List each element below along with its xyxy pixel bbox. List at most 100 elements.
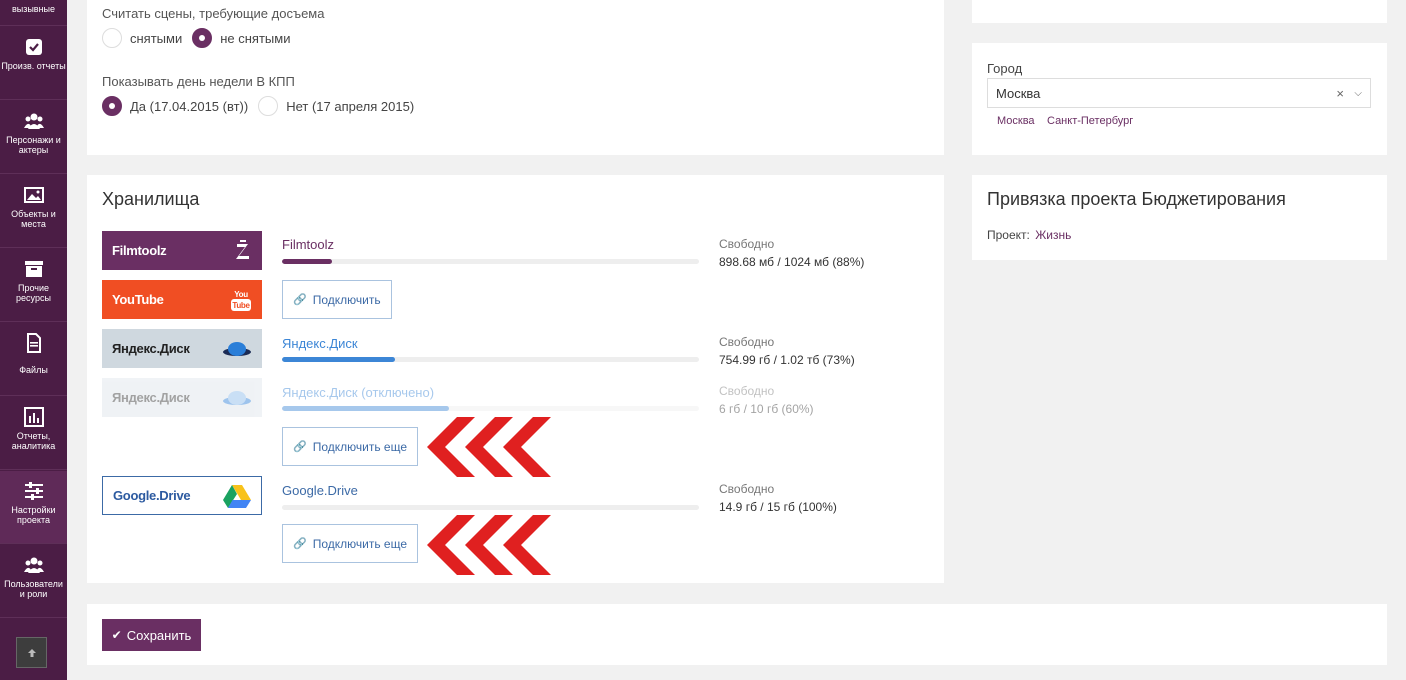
radio-shot[interactable] xyxy=(102,28,122,48)
display-settings-card: Считать сцены, требующие досъема снятыми… xyxy=(87,0,944,155)
youtube-icon: You Tube xyxy=(231,290,251,311)
sliders-icon xyxy=(24,482,43,500)
radio-weekday-yes[interactable] xyxy=(102,96,122,116)
filmtoolz-usage-bar xyxy=(282,259,699,264)
bar-chart-icon xyxy=(23,407,44,427)
link-icon: 🔗 xyxy=(293,441,307,453)
top-right-card xyxy=(972,0,1387,23)
radio-weekday-no[interactable] xyxy=(258,96,279,116)
budget-title: Привязка проекта Бюджетирования xyxy=(987,189,1286,209)
radio-not-shot-label: не снятыми xyxy=(220,30,291,46)
filmtoolz-name: Filmtoolz xyxy=(282,237,335,252)
filmtoolz-logo-text: Filmtoolz xyxy=(112,243,167,258)
sidebar-item-label: Файлы xyxy=(19,365,48,375)
sidebar-item-label: Пользователи и роли xyxy=(4,579,63,599)
google-drive-name: Google.Drive xyxy=(282,483,358,498)
sidebar-item-reports[interactable]: Произв. отчеты xyxy=(0,27,67,100)
city-suggestion-spb[interactable]: Санкт-Петербург xyxy=(1047,115,1133,127)
yandex-disk-disabled-free-value: 6 гб / 10 гб (60%) xyxy=(719,402,814,416)
yandex-logo-text: Яндекс.Диск xyxy=(112,341,190,356)
yandex-disk-icon xyxy=(223,390,251,405)
google-drive-free-label: Свободно xyxy=(719,482,775,496)
budget-project-label: Проект: xyxy=(987,228,1030,242)
save-card xyxy=(87,604,1387,665)
connect-more-yandex-label: Подключить еще xyxy=(312,439,407,454)
reshoot-label: Считать сцены, требующие досъема xyxy=(102,6,325,21)
city-select-value: Москва xyxy=(996,85,1041,101)
chevron-down-icon[interactable]: ⌵ xyxy=(1354,88,1362,99)
sidebar-item-characters[interactable]: Персонажи и актеры xyxy=(0,101,67,174)
storage-title: Хранилища xyxy=(102,189,200,209)
sidebar-item-label: Произв. отчеты xyxy=(1,61,66,71)
users-icon xyxy=(23,557,44,573)
scroll-top-button[interactable] xyxy=(16,637,47,668)
yandex-disk-free-label: Свободно xyxy=(719,335,775,349)
connect-more-google-label: Подключить еще xyxy=(312,536,407,551)
red-arrows-annotation xyxy=(427,515,551,575)
budget-project-link[interactable]: Жизнь xyxy=(1035,228,1071,242)
sidebar-item-label: Прочие ресурсы xyxy=(16,283,51,303)
sidebar-item-users[interactable]: Пользователи и роли xyxy=(0,545,67,618)
sidebar-item-files[interactable]: Файлы xyxy=(0,323,67,396)
city-label: Город xyxy=(987,61,1023,76)
yandex-disk-disabled-logo: Яндекс.Диск xyxy=(102,378,262,417)
yandex-disk-logo: Яндекс.Диск xyxy=(102,329,262,368)
weekday-label: Показывать день недели В КПП xyxy=(102,74,295,89)
sidebar-item-resources[interactable]: Прочие ресурсы xyxy=(0,249,67,322)
connect-more-yandex-button[interactable]: 🔗 Подключить еще xyxy=(282,427,418,466)
youtube-logo-text: YouTube xyxy=(112,292,164,307)
radio-shot-label: снятыми xyxy=(130,30,183,46)
yandex-disk-name: Яндекс.Диск xyxy=(282,336,358,351)
google-drive-usage-bar xyxy=(282,505,699,510)
sidebar-item-analytics[interactable]: Отчеты, аналитика xyxy=(0,397,67,470)
check-icon: ✔ xyxy=(111,628,122,642)
sidebar-item-label: Настройки проекта xyxy=(11,505,56,525)
image-icon xyxy=(23,187,44,203)
link-icon: 🔗 xyxy=(293,538,307,550)
google-drive-logo: Google.Drive xyxy=(102,476,262,515)
link-icon: 🔗 xyxy=(293,294,307,306)
save-button[interactable]: ✔ Сохранить xyxy=(102,619,201,651)
connect-youtube-label: Подключить xyxy=(312,292,381,307)
checkbox-icon xyxy=(25,39,42,55)
google-drive-logo-text: Google.Drive xyxy=(113,488,191,503)
clear-icon[interactable]: × xyxy=(1336,86,1344,101)
file-icon xyxy=(26,333,41,353)
city-suggestion-moscow[interactable]: Москва xyxy=(997,115,1035,127)
filmtoolz-free-label: Свободно xyxy=(719,237,775,251)
sidebar-item-label: Отчеты, аналитика xyxy=(11,431,56,451)
connect-youtube-button[interactable]: 🔗 Подключить xyxy=(282,280,392,319)
yandex-disk-disabled-free-label: Свободно xyxy=(719,384,775,398)
filmtoolz-free-value: 898.68 мб / 1024 мб (88%) xyxy=(719,255,865,269)
people-icon xyxy=(23,113,44,129)
archive-icon xyxy=(24,261,43,277)
sidebar-item-settings[interactable]: Настройки проекта xyxy=(0,471,67,544)
sidebar: вызывные Произв. отчеты Персонажи и акте… xyxy=(0,0,67,680)
reshoot-radio-group: снятыми не снятыми xyxy=(102,28,300,48)
svg-text:Tube: Tube xyxy=(232,301,250,310)
arrow-up-icon xyxy=(27,648,36,657)
yandex-disk-usage-bar xyxy=(282,357,699,362)
youtube-logo: YouTube You Tube xyxy=(102,280,262,319)
sidebar-item-calls[interactable]: вызывные xyxy=(0,0,67,26)
save-button-label: Сохранить xyxy=(126,627,192,643)
sidebar-item-objects[interactable]: Объекты и места xyxy=(0,175,67,248)
connect-more-google-button[interactable]: 🔗 Подключить еще xyxy=(282,524,418,563)
sidebar-item-label: Объекты и места xyxy=(11,209,56,229)
radio-weekday-no-label: Нет (17 апреля 2015) xyxy=(286,98,415,114)
yandex-disabled-logo-text: Яндекс.Диск xyxy=(112,390,190,405)
google-drive-icon xyxy=(223,484,251,508)
yandex-disk-free-value: 754.99 гб / 1.02 тб (73%) xyxy=(719,353,855,367)
sidebar-item-label: Персонажи и актеры xyxy=(6,135,61,155)
weekday-radio-group: Да (17.04.2015 (вт)) Нет (17 апреля 2015… xyxy=(102,96,424,116)
budget-card: Привязка проекта Бюджетирования Проект: … xyxy=(972,175,1387,260)
yandex-disk-icon xyxy=(223,341,251,356)
filmtoolz-logo: Filmtoolz xyxy=(102,231,262,270)
city-select[interactable]: Москва × ⌵ xyxy=(987,78,1371,108)
filmtoolz-icon xyxy=(236,239,249,259)
radio-not-shot[interactable] xyxy=(192,28,213,48)
svg-text:You: You xyxy=(234,290,248,299)
yandex-disk-disabled-name: Яндекс.Диск (отключено) xyxy=(282,385,435,400)
radio-weekday-yes-label: Да (17.04.2015 (вт)) xyxy=(130,98,249,114)
sidebar-item-label: вызывные xyxy=(11,4,56,14)
